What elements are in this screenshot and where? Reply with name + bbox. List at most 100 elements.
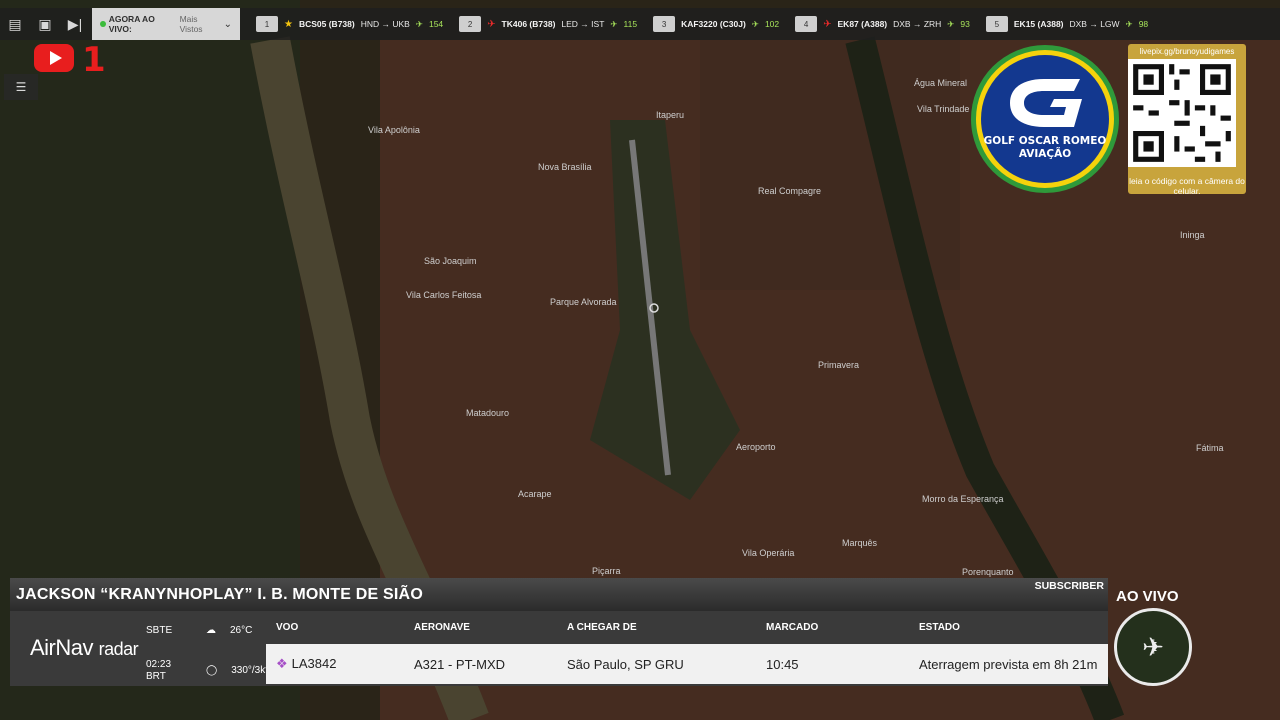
live-mode: Mais Vistos	[179, 14, 203, 34]
flight-item-1[interactable]: 1 ★ BCS05 (B738) HND → UKB ✈ 154	[256, 8, 443, 40]
flight-callsign: EK15 (A388)	[1013, 19, 1064, 29]
map-label: Primavera	[818, 360, 859, 370]
origin: São Paulo, SP GRU	[567, 656, 684, 672]
map-label: Porenquanto	[962, 567, 1014, 577]
subscriber-label: SUBSCRIBER	[1034, 580, 1104, 592]
channel-badge-icon: ✈	[1114, 608, 1192, 686]
col-estado: ESTADO	[919, 622, 960, 633]
local-time: 02:23 BRT	[146, 659, 172, 682]
gor-logo: GOLF OSCAR ROMEO AVIAÇÃO	[971, 45, 1119, 193]
flight-rank: 2	[459, 16, 482, 32]
map-label: Fátima	[1196, 443, 1224, 453]
fullscreen-icon[interactable]: ▣	[30, 8, 60, 40]
emergency-plane-icon: ✈	[487, 18, 496, 30]
viewers-icon: ✈	[415, 18, 423, 29]
live-label: AGORA AO VIVO:	[108, 14, 155, 34]
airport-code: SBTE	[146, 625, 173, 636]
map-label: Parque Alvorada	[550, 297, 617, 307]
map-label: Nova Brasília	[538, 162, 592, 172]
wind-icon: ◯	[206, 665, 218, 676]
map-label: Acarape	[518, 489, 552, 499]
flight-count: 93	[960, 19, 970, 29]
flight-rank: 5	[985, 16, 1008, 32]
qr-caption: leia o código com a câmera do celular.	[1129, 176, 1245, 196]
flight-rank: 4	[795, 16, 818, 32]
flight-count: 102	[764, 19, 780, 29]
qr-panel: livepix.gg/brunoyudigames leia o código …	[1128, 44, 1246, 196]
panel-body: AirNav radar SBTE ☁ 26°C 02:23 BRT ◯ 330…	[10, 611, 1108, 686]
aircraft: A321 - PT-MXD	[414, 656, 506, 672]
map-label: Aeroporto	[736, 442, 776, 452]
cloud-icon: ☁	[206, 625, 216, 636]
flight-callsign: EK87 (A388)	[837, 19, 888, 29]
flight-item-3[interactable]: 3 KAF3220 (C30J) ✈ 102	[653, 8, 779, 40]
flight-callsign: TK406 (B738)	[501, 19, 556, 29]
flight-route: DXB → LGW	[1069, 19, 1120, 29]
top-bar: ▤ ▣ ▶| AGORA AO VIVO: Mais Vistos ⌄ 1 ★ …	[0, 8, 1280, 40]
map-label: Vila Operária	[742, 548, 794, 558]
flight-route: HND → UKB	[360, 19, 410, 29]
flight-item-4[interactable]: 4 ✈ EK87 (A388) DXB → ZRH ✈ 93	[795, 8, 970, 40]
map-label: Morro da Esperança	[922, 494, 1004, 504]
emergency-plane-icon: ✈	[823, 18, 832, 30]
flight-route: LED → IST	[561, 19, 605, 29]
brand-name: AirNav	[30, 635, 94, 660]
map-label: Real Compagre	[758, 186, 821, 196]
map-label: Água Mineral	[914, 78, 967, 88]
scheduled-time: 10:45	[766, 656, 799, 672]
flight-info-panel: JACKSON “KRANYNHOPLAY” I. B. MONTE DE SI…	[10, 578, 1108, 686]
live-status-icon	[100, 21, 106, 27]
star-icon: ★	[284, 18, 293, 30]
airnav-logo: AirNav radar	[30, 635, 139, 661]
qr-url: livepix.gg/brunoyudigames	[1139, 47, 1235, 56]
flight-count: 98	[1138, 19, 1149, 29]
col-marcado: MARCADO	[766, 622, 819, 633]
table-row[interactable]: ❖ LA3842 A321 - PT-MXD São Paulo, SP GRU …	[266, 644, 1108, 684]
airline-icon: ❖	[276, 656, 288, 671]
map-label: Piçarra	[592, 566, 621, 576]
map-label: Vila Carlos Feitosa	[406, 290, 481, 300]
gor-text: GOLF OSCAR ROMEO AVIAÇÃO	[983, 135, 1107, 160]
map-label: Matadouro	[466, 408, 509, 418]
map-label: Ininga	[1180, 230, 1205, 240]
map-label: Vila Trindade	[917, 104, 969, 114]
chevron-down-icon: ⌄	[223, 18, 232, 30]
viewers-icon: ✈	[947, 18, 955, 29]
map-label: Itaperu	[656, 110, 684, 120]
flight-status: Aterragem prevista em 8h 21m	[919, 656, 1098, 672]
map-label: Marquês	[842, 538, 878, 548]
col-origem: A CHEGAR DE	[567, 622, 637, 633]
col-aeronave: AERONAVE	[414, 622, 470, 633]
channel-number: 1	[82, 40, 106, 80]
youtube-icon	[34, 44, 74, 72]
flight-item-2[interactable]: 2 ✈ TK406 (B738) LED → IST ✈ 115	[459, 8, 637, 40]
viewers-icon: ✈	[1125, 18, 1133, 29]
flight-route: DXB → ZRH	[893, 19, 942, 29]
viewers-icon: ✈	[751, 18, 759, 29]
temperature: 26°C	[230, 625, 253, 636]
flight-number: LA3842	[291, 656, 337, 671]
ao-vivo-label: AO VIVO	[1116, 588, 1179, 605]
panel-header: JACKSON “KRANYNHOPLAY” I. B. MONTE DE SI…	[10, 578, 1108, 611]
flight-count: 115	[623, 19, 638, 29]
qr-code-icon	[1128, 59, 1236, 167]
map-label: Vila Apolônia	[368, 125, 420, 135]
live-dropdown[interactable]: AGORA AO VIVO: Mais Vistos ⌄	[92, 8, 240, 40]
flight-callsign: KAF3220 (C30J)	[681, 19, 746, 29]
flight-count: 154	[428, 19, 444, 29]
flight-callsign: BCS05 (B738)	[298, 19, 355, 29]
gor-g-icon	[1010, 79, 1082, 127]
flight-item-5[interactable]: 5 EK15 (A388) DXB → LGW ✈ 98	[985, 8, 1149, 40]
skip-forward-icon[interactable]: ▶|	[60, 8, 90, 40]
flight-rank: 3	[653, 16, 676, 32]
collapse-panel-icon[interactable]: ▤	[0, 8, 30, 40]
viewers-icon: ✈	[610, 18, 618, 29]
flight-rank: 1	[256, 16, 278, 32]
list-icon[interactable]: ☰	[4, 74, 38, 100]
brand-suffix: radar	[98, 639, 139, 659]
subscriber-name: JACKSON “KRANYNHOPLAY” I. B. MONTE DE SI…	[16, 585, 423, 603]
weather-box: SBTE ☁ 26°C 02:23 BRT ◯ 330°/3kts	[146, 625, 273, 683]
col-voo: VOO	[276, 622, 299, 633]
table-header: VOO AERONAVE A CHEGAR DE MARCADO ESTADO	[266, 611, 1108, 644]
map-label: São Joaquim	[424, 256, 477, 266]
